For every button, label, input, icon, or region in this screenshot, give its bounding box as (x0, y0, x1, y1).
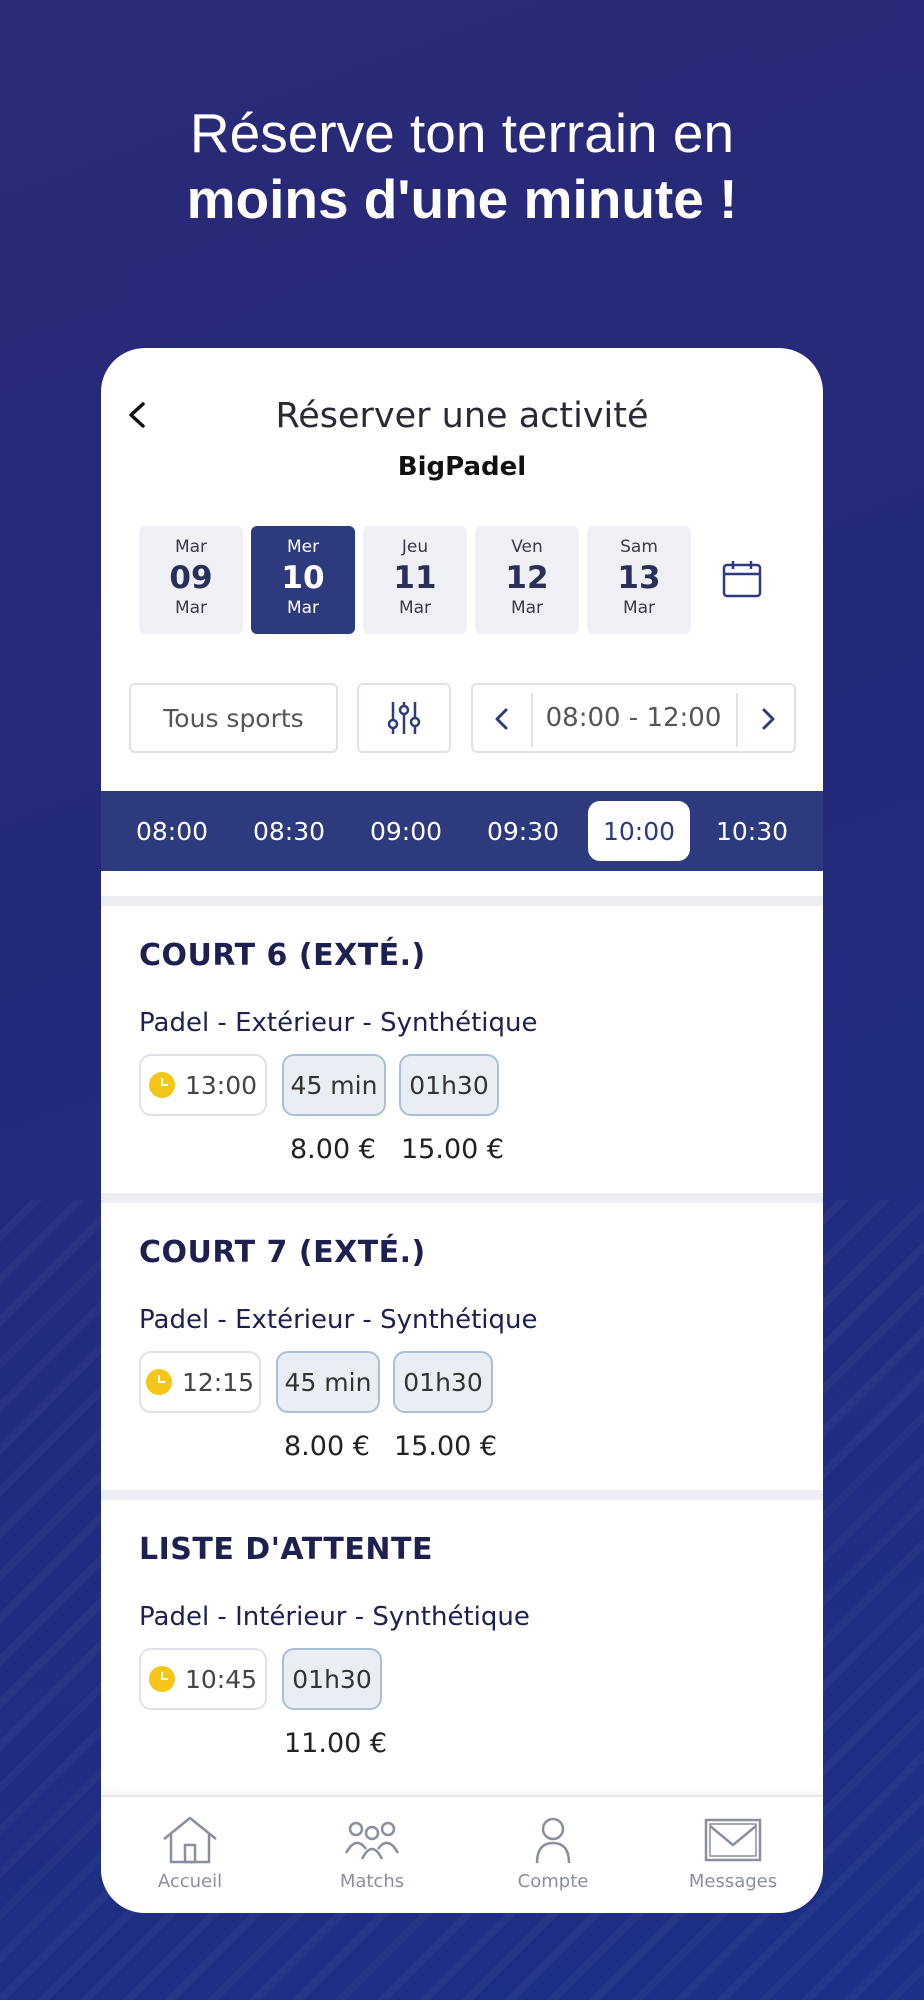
date-picker: Mar 09 Mar Mer 10 Mar Jeu 11 Mar Ven 12 … (139, 526, 699, 634)
price: 15.00 € (401, 1134, 505, 1165)
promo-line-1: Réserve ton terrain en (189, 102, 735, 164)
day-option[interactable]: Mar 09 Mar (139, 526, 243, 634)
price: 8.00 € (290, 1134, 376, 1165)
price: 15.00 € (394, 1431, 498, 1462)
time-slot-bar: 08:00 08:30 09:00 09:30 10:00 10:30 (101, 791, 823, 871)
court-description: Padel - Intérieur - Synthétique (139, 1602, 530, 1632)
duration-option[interactable]: 01h30 (399, 1054, 499, 1116)
court-description: Padel - Extérieur - Synthétique (139, 1305, 538, 1335)
price: 11.00 € (284, 1728, 388, 1759)
day-date: 09 (169, 560, 213, 596)
day-name: Mer (286, 537, 320, 557)
venue-name: BigPadel (397, 452, 527, 482)
court-name: LISTE D'ATTENTE (139, 1532, 433, 1567)
day-month: Mar (286, 598, 320, 618)
court-list: COURT 6 (EXTÉ.) Padel - Extérieur - Synt… (101, 896, 823, 1787)
tab-label: Messages (688, 1871, 778, 1892)
phone-screen: Réserver une activité BigPadel Mar 09 Ma… (101, 348, 823, 1913)
court-name: COURT 7 (EXTÉ.) (139, 1235, 426, 1270)
home-icon (163, 1816, 217, 1864)
tab-compte[interactable]: Compte (478, 1815, 628, 1892)
duration-label: 45 min (290, 1070, 378, 1100)
promo-headline: Réserve ton terrain en moins d'une minut… (0, 100, 924, 232)
settings-filter-button[interactable] (357, 683, 451, 753)
court-name: COURT 6 (EXTÉ.) (139, 938, 426, 973)
next-range-button[interactable] (753, 704, 783, 734)
clock-icon (148, 1666, 175, 1692)
day-name: Sam (620, 537, 658, 557)
court-description: Padel - Extérieur - Synthétique (139, 1008, 538, 1038)
court-card: COURT 7 (EXTÉ.) Padel - Extérieur - Synt… (101, 1193, 823, 1490)
duration-option[interactable]: 01h30 (282, 1648, 382, 1710)
time-range-selector: 08:00 - 12:00 (471, 683, 796, 753)
price: 8.00 € (284, 1431, 370, 1462)
group-icon (344, 1821, 400, 1860)
day-name: Mar (174, 537, 208, 557)
day-option[interactable]: Jeu 11 Mar (363, 526, 467, 634)
screen-header: Réserver une activité BigPadel (101, 348, 823, 488)
prev-range-button[interactable] (487, 704, 517, 734)
start-time: 10:45 (184, 1664, 258, 1694)
duration-label: 01h30 (403, 1367, 483, 1397)
tab-label: Compte (517, 1871, 589, 1892)
chevron-right-icon (762, 708, 775, 730)
promo-line-2: moins d'une minute ! (186, 168, 738, 230)
clock-icon (145, 1369, 172, 1395)
day-date: 12 (505, 560, 549, 596)
calendar-button[interactable] (721, 558, 763, 600)
court-card: LISTE D'ATTENTE Padel - Intérieur - Synt… (101, 1490, 823, 1787)
time-slot[interactable]: 08:30 (238, 801, 340, 861)
tab-accueil[interactable]: Accueil (115, 1815, 265, 1892)
tab-messages[interactable]: Messages (658, 1815, 808, 1892)
duration-label: 45 min (284, 1367, 372, 1397)
day-date: 13 (617, 560, 661, 596)
duration-option[interactable]: 45 min (282, 1054, 386, 1116)
time-slot[interactable]: 08:00 (121, 801, 223, 861)
day-name: Jeu (401, 537, 429, 557)
tab-label: Accueil (157, 1871, 223, 1892)
start-time-chip: 10:45 (139, 1648, 267, 1710)
court-card: COURT 6 (EXTÉ.) Padel - Extérieur - Synt… (101, 896, 823, 1193)
tab-matchs[interactable]: Matchs (297, 1815, 447, 1892)
day-date: 11 (393, 560, 437, 596)
calendar-icon (722, 561, 762, 598)
start-time: 13:00 (184, 1070, 258, 1100)
day-month: Mar (398, 598, 432, 618)
sports-filter-label: Tous sports (163, 703, 304, 733)
day-option-selected[interactable]: Mer 10 Mar (251, 526, 355, 634)
time-range-label: 08:00 - 12:00 (545, 703, 722, 733)
mail-icon (704, 1818, 762, 1862)
tab-label: Matchs (339, 1871, 405, 1892)
day-month: Mar (174, 598, 208, 618)
day-date: 10 (281, 560, 325, 596)
time-slot-selected[interactable]: 10:00 (588, 801, 690, 861)
day-month: Mar (510, 598, 544, 618)
clock-icon (148, 1072, 175, 1098)
start-time-chip: 13:00 (139, 1054, 267, 1116)
start-time-chip: 12:15 (139, 1351, 261, 1413)
page-title: Réserver une activité (275, 396, 649, 436)
day-option[interactable]: Ven 12 Mar (475, 526, 579, 634)
start-time: 12:15 (181, 1367, 255, 1397)
divider (736, 693, 738, 747)
time-slot[interactable]: 09:00 (355, 801, 457, 861)
sports-filter-button[interactable]: Tous sports (129, 683, 338, 753)
duration-option[interactable]: 45 min (276, 1351, 380, 1413)
bottom-tab-bar: Accueil Matchs Compte Messages (101, 1795, 823, 1913)
user-icon (535, 1817, 571, 1864)
day-name: Ven (511, 537, 543, 557)
duration-label: 01h30 (409, 1070, 489, 1100)
duration-label: 01h30 (292, 1664, 372, 1694)
time-slot[interactable]: 09:30 (472, 801, 574, 861)
filters-row: Tous sports 08:00 - 12:00 (129, 683, 796, 753)
duration-option[interactable]: 01h30 (393, 1351, 493, 1413)
day-option[interactable]: Sam 13 Mar (587, 526, 691, 634)
divider (531, 693, 533, 747)
chevron-left-icon (495, 708, 508, 730)
sliders-icon (387, 702, 421, 734)
time-slot[interactable]: 10:30 (701, 801, 803, 861)
day-month: Mar (622, 598, 656, 618)
